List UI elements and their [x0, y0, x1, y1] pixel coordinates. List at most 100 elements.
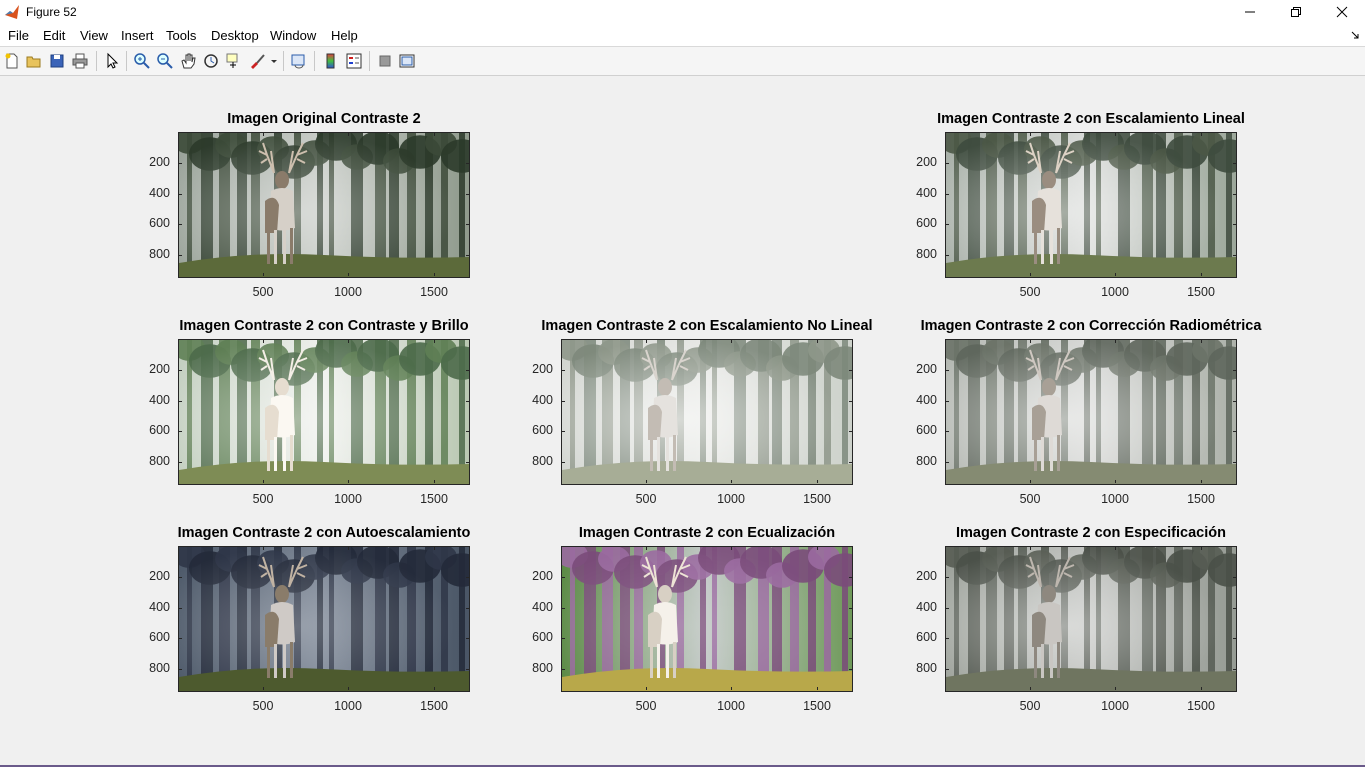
menu-tools[interactable]: Tools — [166, 28, 196, 43]
matlab-logo-icon — [5, 5, 19, 19]
brush-dropdown-icon[interactable] — [270, 52, 278, 70]
x-tick-mark — [646, 480, 647, 483]
image-display — [946, 547, 1236, 691]
restore-button[interactable] — [1273, 0, 1319, 24]
pan-icon[interactable] — [179, 52, 197, 70]
y-tick-mark — [1233, 638, 1236, 639]
y-tick-mark — [562, 669, 565, 670]
subplot-title: Imagen Original Contraste 2 — [227, 111, 421, 127]
x-tick-mark — [263, 687, 264, 690]
toolbar-separator — [126, 51, 127, 71]
x-tick-label: 1000 — [334, 285, 362, 299]
subplot-axes[interactable]: Imagen Contraste 2 con Escalamiento Line… — [916, 111, 1245, 299]
show-plot-tools-icon[interactable] — [398, 52, 416, 70]
subplot-axes[interactable]: Imagen Contraste 2 con Especificación 20… — [916, 525, 1237, 713]
x-tick-mark — [1201, 340, 1202, 343]
subplot-axes[interactable]: Imagen Contraste 2 con Corrección Radiom… — [916, 318, 1261, 506]
x-tick-label: 500 — [252, 699, 274, 713]
image-axes[interactable] — [945, 339, 1237, 485]
x-tick-mark — [1115, 687, 1116, 690]
undock-arrow-icon[interactable] — [1351, 31, 1359, 39]
y-tick-mark — [179, 370, 182, 371]
link-plot-icon[interactable] — [290, 52, 308, 70]
image-display — [562, 547, 852, 691]
rotate-3d-icon[interactable] — [202, 52, 220, 70]
image-axes[interactable] — [945, 546, 1237, 692]
y-tick-mark — [849, 431, 852, 432]
y-tick-mark — [179, 255, 182, 256]
x-tick-mark — [434, 133, 435, 136]
image-display — [179, 547, 469, 691]
y-tick-mark — [946, 194, 949, 195]
image-axes[interactable] — [178, 339, 470, 485]
subplot-axes[interactable]: Imagen Contraste 2 con Autoescalamiento — [149, 525, 470, 713]
menu-edit[interactable]: Edit — [43, 28, 65, 43]
subplot-title: Imagen Contraste 2 con Especificación — [956, 525, 1226, 541]
subplot-title: Imagen Contraste 2 con Contraste y Brill… — [179, 318, 469, 334]
x-tick-mark — [348, 340, 349, 343]
x-tick-mark — [817, 547, 818, 550]
subplot-axes[interactable]: Imagen Contraste 2 con Ecualización 200 … — [532, 525, 853, 713]
image-axes[interactable] — [561, 546, 853, 692]
toolbar-separator — [283, 51, 284, 71]
y-tick-mark — [466, 194, 469, 195]
y-tick-label: 400 — [149, 600, 170, 614]
brush-icon[interactable] — [248, 52, 266, 70]
x-tick-mark — [1201, 480, 1202, 483]
y-tick-label: 600 — [916, 630, 937, 644]
menu-insert[interactable]: Insert — [121, 28, 154, 43]
x-tick-label: 1500 — [420, 699, 448, 713]
x-tick-mark — [731, 340, 732, 343]
x-tick-label: 1500 — [803, 492, 831, 506]
x-tick-mark — [263, 547, 264, 550]
image-axes[interactable] — [561, 339, 853, 485]
x-tick-mark — [1115, 133, 1116, 136]
figure-toolbar — [0, 47, 1365, 76]
zoom-in-icon[interactable] — [133, 52, 151, 70]
menu-desktop[interactable]: Desktop — [211, 28, 259, 43]
x-tick-label: 1000 — [1101, 699, 1129, 713]
x-tick-mark — [263, 133, 264, 136]
print-icon[interactable] — [71, 52, 89, 70]
y-tick-mark — [946, 224, 949, 225]
subplot-axes[interactable]: Imagen Original Contraste 2 200 400 600 … — [149, 111, 470, 299]
insert-legend-icon[interactable] — [345, 52, 363, 70]
x-tick-mark — [817, 480, 818, 483]
image-axes[interactable] — [178, 132, 470, 278]
y-tick-mark — [1233, 163, 1236, 164]
y-tick-label: 800 — [916, 454, 937, 468]
minimize-button[interactable] — [1227, 0, 1273, 24]
insert-colorbar-icon[interactable] — [322, 52, 340, 70]
hide-plot-tools-icon[interactable] — [376, 52, 394, 70]
image-axes[interactable] — [945, 132, 1237, 278]
y-tick-mark — [179, 608, 182, 609]
x-tick-mark — [348, 273, 349, 276]
edit-plot-icon[interactable] — [103, 52, 121, 70]
x-tick-mark — [348, 480, 349, 483]
menu-file[interactable]: File — [8, 28, 29, 43]
menu-window[interactable]: Window — [270, 28, 316, 43]
zoom-out-icon[interactable] — [156, 52, 174, 70]
y-tick-label: 200 — [532, 569, 553, 583]
data-cursor-icon[interactable] — [225, 52, 243, 70]
y-tick-mark — [466, 608, 469, 609]
new-figure-icon[interactable] — [3, 52, 21, 70]
save-icon[interactable] — [48, 52, 66, 70]
y-tick-mark — [946, 669, 949, 670]
y-tick-label: 800 — [149, 661, 170, 675]
menu-help[interactable]: Help — [331, 28, 358, 43]
menu-view[interactable]: View — [80, 28, 108, 43]
x-tick-label: 500 — [1019, 699, 1041, 713]
y-tick-mark — [849, 401, 852, 402]
y-tick-mark — [1233, 401, 1236, 402]
image-axes[interactable] — [178, 546, 470, 692]
subplot-axes[interactable]: Imagen Contraste 2 con Contraste y Brill… — [149, 318, 470, 506]
subplot-axes[interactable]: Imagen Contraste 2 con Escalamiento No L… — [532, 318, 872, 506]
close-button[interactable] — [1319, 0, 1365, 24]
x-tick-mark — [1030, 480, 1031, 483]
x-tick-mark — [434, 340, 435, 343]
image-display — [179, 133, 469, 277]
open-file-icon[interactable] — [25, 52, 43, 70]
x-tick-mark — [1201, 133, 1202, 136]
y-tick-mark — [179, 224, 182, 225]
